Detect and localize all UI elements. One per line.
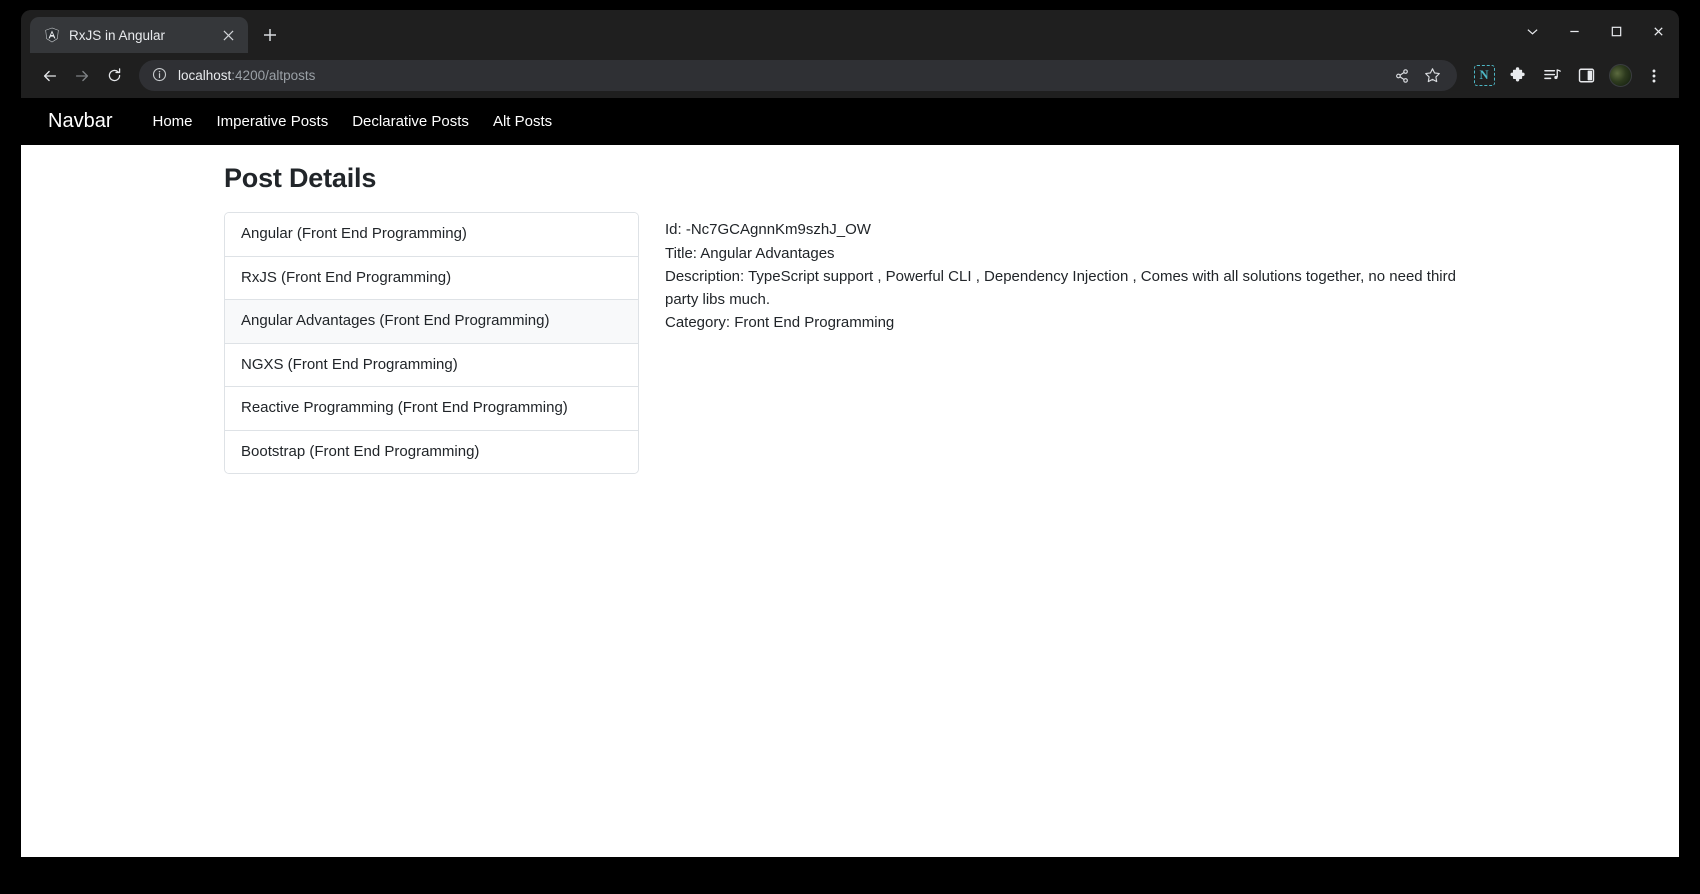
desktop-background: RxJS in Angular localhost:4200/altposts … — [0, 0, 1700, 894]
nav-link-declarative-posts[interactable]: Declarative Posts — [340, 113, 481, 130]
share-icon[interactable] — [1389, 63, 1415, 89]
omnibox-actions — [1381, 63, 1445, 89]
list-item[interactable]: Angular Advantages (Front End Programmin… — [225, 300, 638, 344]
post-details-panel: Id: -Nc7GCAgnnKm9szhJ_OW Title: Angular … — [665, 212, 1490, 336]
angular-logo-icon — [43, 27, 60, 44]
list-item[interactable]: RxJS (Front End Programming) — [225, 256, 638, 300]
page-viewport: Navbar Home Imperative Posts Declarative… — [21, 98, 1679, 857]
new-tab-button[interactable] — [255, 20, 285, 50]
list-item[interactable]: NGXS (Front End Programming) — [225, 343, 638, 387]
profile-avatar[interactable] — [1605, 61, 1635, 91]
avatar-image — [1608, 64, 1632, 87]
detail-category: Category: Front End Programming — [665, 314, 895, 331]
puzzle-piece-icon[interactable] — [1503, 61, 1533, 91]
more-menu-icon[interactable] — [1639, 61, 1669, 91]
list-item[interactable]: Angular (Front End Programming) — [225, 213, 638, 257]
reload-icon[interactable] — [99, 61, 129, 91]
tab-strip: RxJS in Angular — [21, 10, 1679, 53]
list-item[interactable]: Reactive Programming (Front End Programm… — [225, 387, 638, 431]
star-icon[interactable] — [1419, 63, 1445, 89]
back-arrow-icon[interactable] — [35, 61, 65, 91]
playlist-music-icon[interactable] — [1537, 61, 1567, 91]
extension-n-label: N — [1473, 65, 1495, 86]
page-container: Post Details Angular (Front End Programm… — [21, 145, 1679, 474]
forward-arrow-icon[interactable] — [67, 61, 97, 91]
close-window-icon[interactable] — [1637, 10, 1679, 53]
page-title: Post Details — [224, 163, 377, 193]
post-list: Angular (Front End Programming) RxJS (Fr… — [224, 212, 639, 474]
close-icon[interactable] — [219, 26, 238, 45]
list-item[interactable]: Bootstrap (Front End Programming) — [225, 430, 638, 473]
browser-tab[interactable]: RxJS in Angular — [30, 17, 248, 53]
chevron-down-icon[interactable] — [1511, 10, 1553, 53]
detail-description: Description: TypeScript support , Powerf… — [665, 268, 1456, 308]
maximize-icon[interactable] — [1595, 10, 1637, 53]
detail-id: Id: -Nc7GCAgnnKm9szhJ_OW — [665, 221, 871, 238]
site-navbar: Navbar Home Imperative Posts Declarative… — [21, 98, 1679, 145]
window-controls — [1511, 10, 1679, 53]
url-path: :4200/altposts — [231, 68, 316, 83]
nav-link-imperative-posts[interactable]: Imperative Posts — [205, 113, 341, 130]
minimize-icon[interactable] — [1553, 10, 1595, 53]
url-text: localhost:4200/altposts — [178, 68, 315, 83]
tab-title: RxJS in Angular — [69, 27, 166, 43]
site-info-icon[interactable] — [152, 67, 169, 84]
browser-window: RxJS in Angular localhost:4200/altposts … — [21, 10, 1679, 857]
extension-n-icon[interactable]: N — [1469, 61, 1499, 91]
side-panel-icon[interactable] — [1571, 61, 1601, 91]
address-bar[interactable]: localhost:4200/altposts — [139, 60, 1457, 91]
browser-toolbar: localhost:4200/altposts N — [21, 53, 1679, 98]
nav-link-alt-posts[interactable]: Alt Posts — [481, 113, 564, 130]
navbar-brand[interactable]: Navbar — [48, 110, 112, 133]
detail-title: Title: Angular Advantages — [665, 244, 835, 262]
url-host: localhost — [178, 68, 232, 83]
nav-link-home[interactable]: Home — [140, 113, 204, 130]
content-row: Angular (Front End Programming) RxJS (Fr… — [224, 212, 1679, 474]
